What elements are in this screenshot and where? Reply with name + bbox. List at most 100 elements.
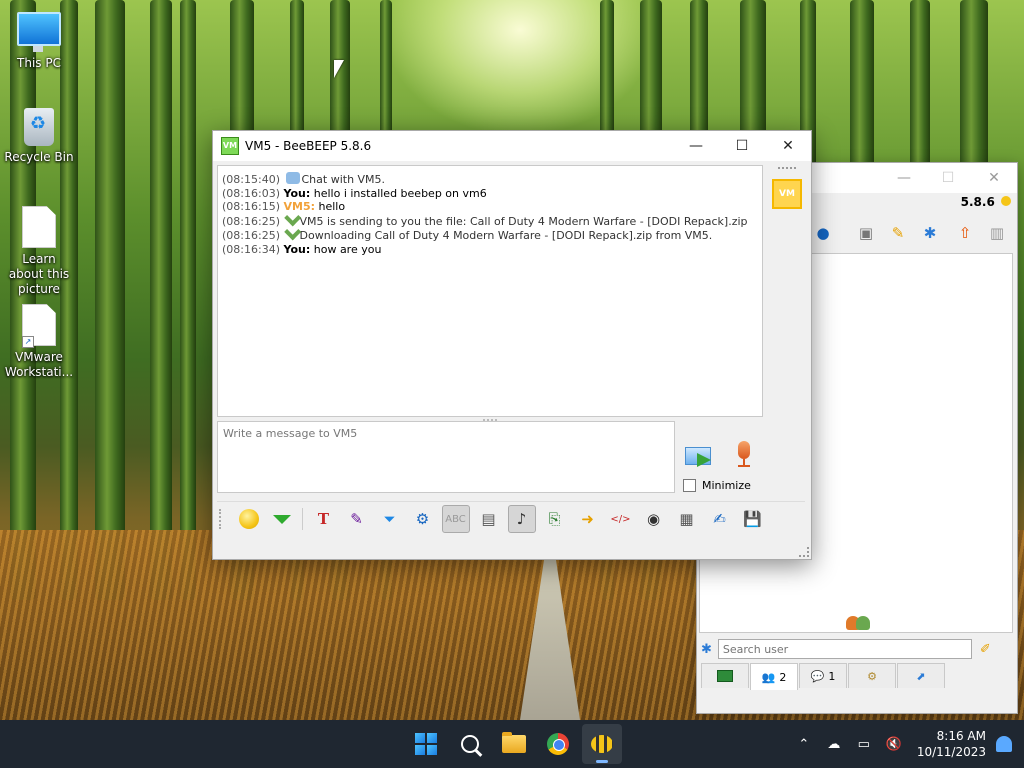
desktop-icon-this-pc[interactable]: This PC bbox=[4, 12, 74, 71]
tab-count: 2 bbox=[779, 670, 787, 684]
panel-grip[interactable] bbox=[778, 167, 796, 173]
desktop-icon-recycle-bin[interactable]: Recycle Bin bbox=[4, 108, 74, 165]
view-tabs: 👥 2 💬 1 ⚙ ⬈ bbox=[701, 663, 946, 690]
windows-icon bbox=[415, 733, 437, 755]
resize-grip[interactable] bbox=[799, 547, 809, 557]
chrome-icon bbox=[547, 733, 569, 755]
tab-users[interactable]: 👥 2 bbox=[750, 663, 798, 690]
save-chat-icon[interactable]: ⎘ bbox=[541, 505, 569, 533]
calculator-icon[interactable]: ▦ bbox=[673, 505, 701, 533]
tab-home[interactable] bbox=[701, 663, 749, 688]
text-style-icon[interactable]: ▤ bbox=[475, 505, 503, 533]
clock-time: 8:16 AM bbox=[936, 729, 986, 743]
search-row: ✱ ✐ bbox=[701, 637, 1013, 661]
trash-icon[interactable]: ▥ bbox=[984, 220, 1010, 246]
minimize-button[interactable]: — bbox=[673, 131, 719, 161]
taskbar: ⌃ ☁ ▭ 🔇 8:16 AM 10/11/2023 bbox=[0, 720, 1024, 768]
chat-log[interactable]: (08:15:40) Chat with VM5. (08:16:03) You:… bbox=[217, 165, 763, 417]
microphone-icon bbox=[738, 441, 750, 459]
clock[interactable]: 8:16 AM 10/11/2023 bbox=[917, 728, 986, 760]
tab-shares[interactable]: ⬈ bbox=[897, 663, 945, 688]
home-icon bbox=[717, 670, 733, 682]
users-icon bbox=[844, 606, 874, 630]
tab-groups[interactable]: ⚙ bbox=[848, 663, 896, 688]
version-text: 5.8.6 bbox=[960, 195, 995, 209]
settings-icon[interactable]: ⚙ bbox=[409, 505, 437, 533]
bee-icon bbox=[1001, 196, 1011, 206]
file-explorer-button[interactable] bbox=[494, 724, 534, 764]
message-timestamp: (08:16:25) bbox=[222, 229, 280, 242]
filter-icon[interactable]: ⏷ bbox=[376, 505, 404, 533]
spellcheck-icon[interactable]: ABC bbox=[441, 505, 470, 533]
emoticons-icon[interactable] bbox=[235, 505, 263, 533]
screenshot-icon[interactable]: ◉ bbox=[640, 505, 668, 533]
voice-message-button[interactable] bbox=[733, 441, 755, 471]
checkbox[interactable] bbox=[683, 479, 696, 492]
message-timestamp: (08:16:15) bbox=[222, 200, 280, 213]
close-button[interactable]: ✕ bbox=[765, 131, 811, 161]
sound-notification-icon[interactable]: ♪ bbox=[507, 505, 536, 533]
send-file-icon[interactable]: ➜ bbox=[574, 505, 602, 533]
users-icon: 👥 bbox=[761, 670, 776, 684]
desktop-icon-learn-about-picture[interactable]: Learn about this picture bbox=[4, 206, 74, 297]
message-timestamp: (08:16:03) bbox=[222, 186, 280, 200]
mouse-cursor bbox=[334, 60, 344, 78]
minimize-checkbox[interactable]: Minimize bbox=[683, 479, 751, 492]
emoticons-dropdown-icon[interactable] bbox=[268, 505, 296, 533]
update-icon[interactable]: ⇧ bbox=[952, 220, 978, 246]
volume-muted-icon[interactable]: 🔇 bbox=[881, 731, 907, 757]
tab-chats[interactable]: 💬 1 bbox=[799, 663, 847, 688]
minimize-label: Minimize bbox=[702, 479, 751, 492]
window-title: VM5 - BeeBEEP 5.8.6 bbox=[245, 139, 372, 153]
start-button[interactable] bbox=[406, 724, 446, 764]
status-icon[interactable]: ● bbox=[810, 220, 836, 246]
chrome-button[interactable] bbox=[538, 724, 578, 764]
color-picker-icon[interactable]: ✎ bbox=[343, 505, 371, 533]
clear-search-icon[interactable]: ✐ bbox=[980, 642, 991, 657]
network-icon[interactable]: ▭ bbox=[851, 731, 877, 757]
chat-message: (08:16:15) VM5: hello bbox=[222, 200, 758, 213]
chat-toolbar: T ✎ ⏷ ⚙ ABC ▤ ♪ ⎘ ➜ </> ◉ ▦ ✍ 💾 bbox=[217, 501, 805, 536]
beebeep-taskbar-button[interactable] bbox=[582, 724, 622, 764]
title-bar[interactable]: VM VM5 - BeeBEEP 5.8.6 — ☐ ✕ bbox=[213, 131, 811, 161]
maximize-button[interactable]: ☐ bbox=[925, 163, 971, 193]
save-icon[interactable]: 💾 bbox=[739, 505, 767, 533]
share-icon: ⬈ bbox=[916, 669, 926, 683]
send-button[interactable] bbox=[683, 443, 719, 471]
toolbar-handle[interactable] bbox=[219, 509, 226, 529]
message-timestamp: (08:16:25) bbox=[222, 214, 280, 228]
desktop-icon-vmware[interactable]: ↗ VMware Workstati... bbox=[4, 304, 74, 380]
shortcut-arrow-icon: ↗ bbox=[22, 336, 34, 348]
chat-window: VM VM5 - BeeBEEP 5.8.6 — ☐ ✕ (08:15:40) … bbox=[212, 130, 812, 560]
onedrive-icon[interactable]: ☁ bbox=[821, 731, 847, 757]
chat-message: (08:15:40) Chat with VM5. bbox=[222, 172, 758, 186]
desktop-icon-label: This PC bbox=[17, 56, 61, 70]
message-text: VM5 is sending to you the file: Call of … bbox=[299, 214, 748, 228]
search-button[interactable] bbox=[450, 724, 490, 764]
maximize-button[interactable]: ☐ bbox=[719, 131, 765, 161]
chat-bubble-icon bbox=[285, 172, 300, 184]
font-icon[interactable]: T bbox=[310, 505, 338, 533]
network-icon[interactable]: ✱ bbox=[701, 642, 712, 657]
close-button[interactable]: ✕ bbox=[971, 163, 1017, 193]
edit-profile-icon[interactable]: ✎ bbox=[885, 220, 911, 246]
system-tray: ⌃ ☁ ▭ 🔇 8:16 AM 10/11/2023 bbox=[789, 720, 1024, 768]
message-input[interactable]: Write a message to VM5 bbox=[217, 421, 675, 493]
chat-message: (08:16:03) You: hello i installed beebep… bbox=[222, 187, 758, 200]
avatar[interactable]: VM bbox=[772, 179, 802, 209]
tools-icon[interactable]: ✱ bbox=[917, 220, 943, 246]
message-timestamp: (08:16:34) bbox=[222, 242, 280, 256]
message-text: Chat with VM5. bbox=[301, 173, 386, 186]
chat-bubble-icon: 💬 bbox=[810, 669, 825, 683]
computer-icon bbox=[17, 12, 61, 52]
search-user-input[interactable] bbox=[717, 639, 972, 659]
notes-icon[interactable]: ✍ bbox=[706, 505, 734, 533]
html-code-icon[interactable]: </> bbox=[607, 505, 635, 533]
notification-bell-icon[interactable] bbox=[996, 736, 1012, 752]
stamp-icon[interactable]: ▣ bbox=[853, 220, 879, 246]
recycle-bin-icon bbox=[24, 108, 54, 146]
chevron-up-icon[interactable]: ⌃ bbox=[791, 731, 817, 757]
minimize-button[interactable]: — bbox=[881, 163, 927, 193]
main-toolbar: ● ▣ ✎ ✱ ⇧ ▥ bbox=[807, 217, 1015, 249]
send-arrow-icon bbox=[697, 453, 711, 467]
